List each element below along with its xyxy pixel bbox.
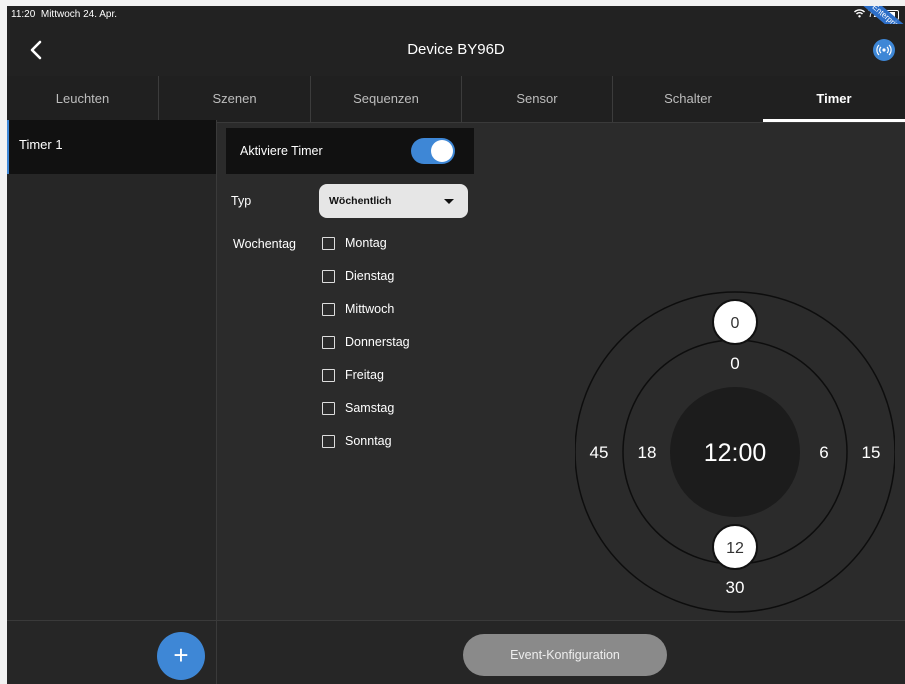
divider bbox=[216, 621, 217, 684]
type-dropdown[interactable]: Wöchentlich bbox=[319, 184, 468, 218]
active-tab-indicator bbox=[763, 119, 905, 122]
add-timer-button[interactable]: + bbox=[157, 632, 205, 680]
inner-label-right[interactable]: 6 bbox=[819, 443, 828, 462]
activate-timer-toggle[interactable] bbox=[411, 138, 455, 164]
timer-list-sidebar: Timer 1 bbox=[7, 120, 217, 620]
tab-timer[interactable]: Timer bbox=[763, 76, 905, 122]
activate-timer-row: Aktiviere Timer bbox=[226, 128, 474, 174]
weekday-label: Wochentag bbox=[233, 237, 297, 251]
device-status-button[interactable] bbox=[873, 39, 895, 61]
minute-handle-label: 0 bbox=[731, 315, 740, 332]
timer-item-label: Timer 1 bbox=[19, 137, 63, 152]
broadcast-icon bbox=[876, 44, 892, 56]
wifi-icon bbox=[854, 9, 868, 20]
weekday-label-sonntag: Sonntag bbox=[345, 434, 392, 448]
activate-timer-label: Aktiviere Timer bbox=[240, 144, 323, 158]
weekday-label-samstag: Samstag bbox=[345, 401, 395, 415]
status-time: 11:20 Mittwoch 24. Apr. bbox=[11, 9, 117, 20]
checkbox-icon bbox=[322, 237, 335, 250]
weekday-label-montag: Montag bbox=[345, 236, 387, 250]
hour-handle-label: 12 bbox=[726, 540, 744, 557]
type-dropdown-value: Wöchentlich bbox=[329, 195, 392, 207]
type-label: Typ bbox=[231, 194, 252, 208]
bottom-toolbar: + Event-Konfiguration bbox=[7, 620, 905, 684]
inner-label-top[interactable]: 0 bbox=[730, 354, 739, 373]
status-clock: 11:20 bbox=[11, 9, 36, 20]
tab-sequenzen[interactable]: Sequenzen bbox=[311, 76, 462, 122]
tab-sensor[interactable]: Sensor bbox=[462, 76, 613, 122]
inner-label-left[interactable]: 18 bbox=[638, 443, 657, 462]
status-date: Mittwoch 24. Apr. bbox=[40, 9, 118, 20]
checkbox-icon bbox=[322, 303, 335, 316]
timer-list-item[interactable]: Timer 1 bbox=[7, 120, 216, 174]
navigation-bar: Device BY96D bbox=[7, 24, 905, 76]
weekday-label-dienstag: Dienstag bbox=[345, 269, 395, 283]
checkbox-icon bbox=[322, 402, 335, 415]
outer-label-right[interactable]: 15 bbox=[862, 443, 881, 462]
checkbox-icon bbox=[322, 336, 335, 349]
weekday-label-freitag: Freitag bbox=[345, 368, 384, 382]
event-configuration-button[interactable]: Event-Konfiguration bbox=[463, 634, 667, 676]
tab-bar: Leuchten Szenen Sequenzen Sensor Schalte… bbox=[7, 76, 905, 123]
status-bar: 11:20 Mittwoch 24. Apr. 72 Enterprise bbox=[7, 6, 905, 42]
weekday-label-donnerstag: Donnerstag bbox=[345, 335, 410, 349]
checkbox-icon bbox=[322, 270, 335, 283]
tab-szenen[interactable]: Szenen bbox=[159, 76, 311, 122]
caret-down-icon bbox=[444, 199, 454, 204]
outer-label-left[interactable]: 45 bbox=[590, 443, 609, 462]
outer-label-bottom[interactable]: 30 bbox=[726, 578, 745, 597]
toggle-knob bbox=[431, 140, 453, 162]
page-title: Device BY96D bbox=[407, 41, 505, 58]
plus-icon: + bbox=[173, 640, 189, 670]
checkbox-icon bbox=[322, 435, 335, 448]
time-picker-dial[interactable]: 12:00 0 6 18 15 45 30 0 12 bbox=[575, 290, 895, 615]
weekday-label-mittwoch: Mittwoch bbox=[345, 302, 395, 316]
clock-time: 12:00 bbox=[704, 439, 767, 467]
checkbox-icon bbox=[322, 369, 335, 382]
app-window: 11:20 Mittwoch 24. Apr. 72 Enterprise De… bbox=[7, 6, 905, 684]
tab-leuchten[interactable]: Leuchten bbox=[7, 76, 159, 122]
tab-schalter[interactable]: Schalter bbox=[613, 76, 763, 122]
